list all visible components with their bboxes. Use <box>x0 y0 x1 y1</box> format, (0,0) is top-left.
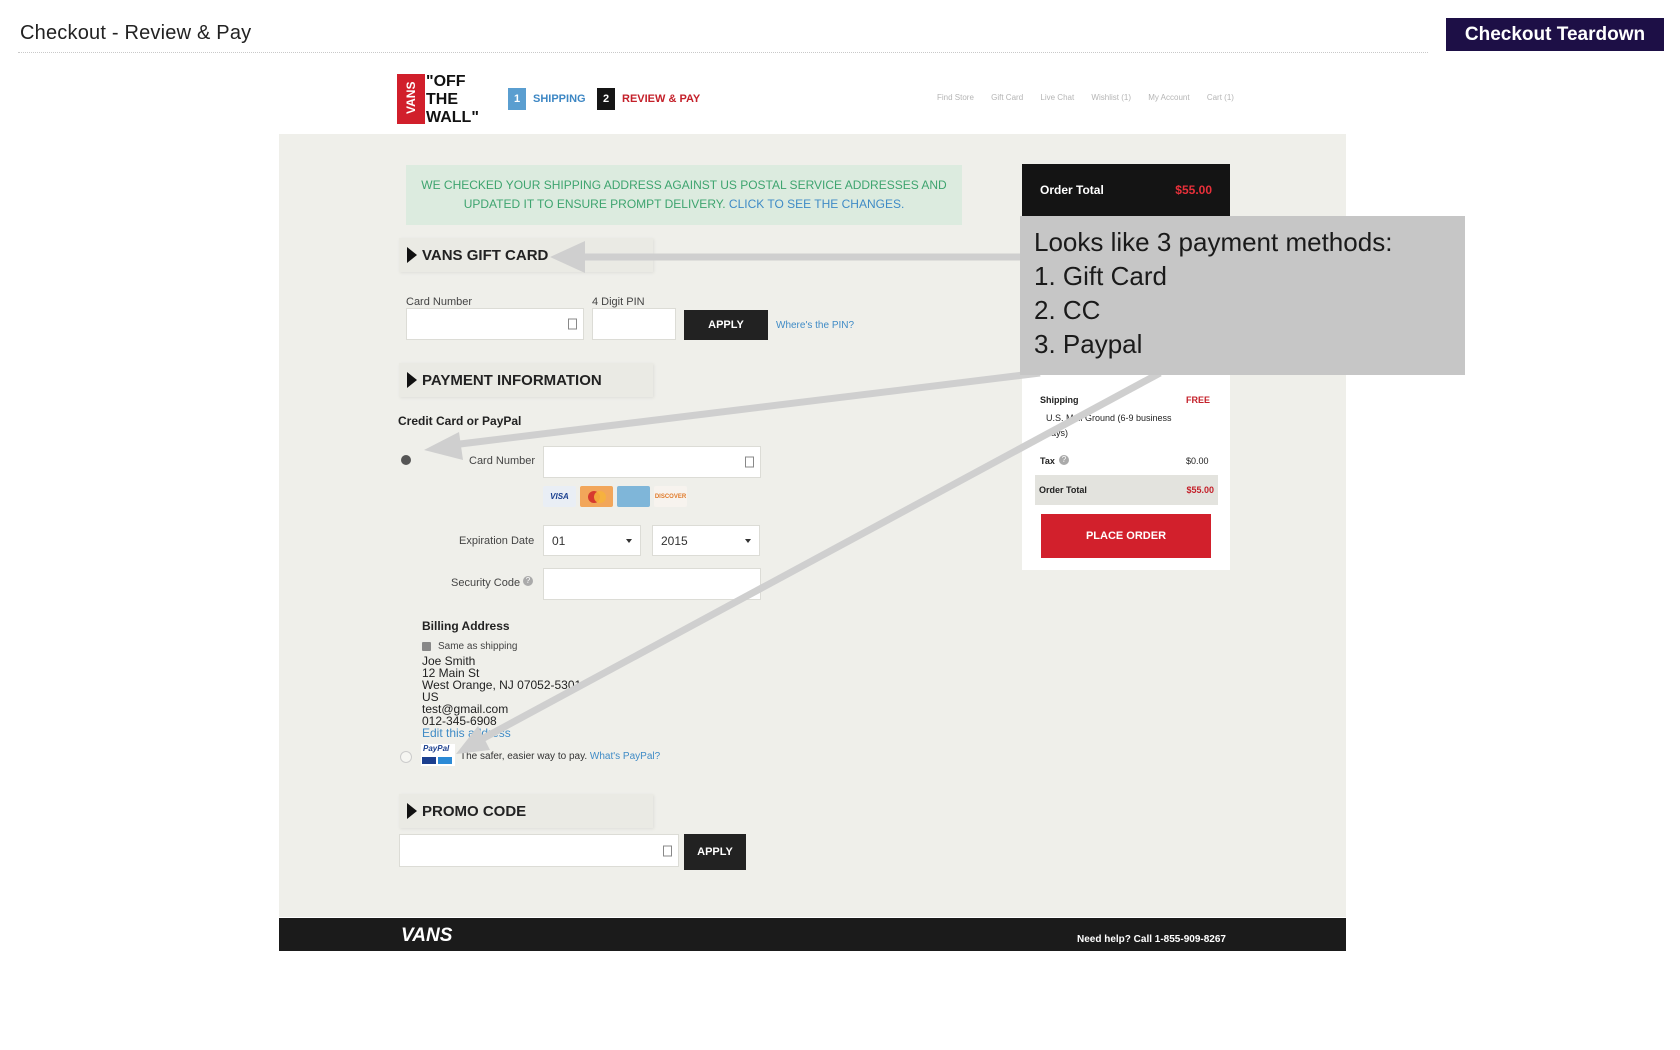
amex-icon <box>617 486 650 507</box>
chevron-down-icon <box>626 538 632 543</box>
field-autofill-icon <box>568 318 577 330</box>
shipping-label: Shipping <box>1040 395 1079 405</box>
gift-card-apply-button[interactable]: APPLY <box>684 310 768 340</box>
gift-card-heading: VANS GIFT CARD <box>422 246 549 264</box>
promo-section-header[interactable]: PROMO CODE <box>399 794 653 828</box>
tagline-line: WALL" <box>426 109 479 126</box>
promo-apply-button[interactable]: APPLY <box>684 834 746 870</box>
expiration-label: Expiration Date <box>459 535 535 547</box>
promo-code-input[interactable] <box>399 834 679 867</box>
annotation-line: Looks like 3 payment methods: <box>1034 227 1393 257</box>
shipping-method: U.S. Mail Ground (6-9 business days) <box>1046 413 1172 438</box>
summary-total-row: Order Total $55.00 <box>1035 475 1218 505</box>
field-autofill-icon <box>745 456 754 468</box>
tax-value: $0.00 <box>1186 456 1209 466</box>
annotation-line: 1. Gift Card <box>1034 261 1167 291</box>
annotation-line: 3. Paypal <box>1034 329 1143 359</box>
nav-my-account[interactable]: My Account <box>1148 93 1189 102</box>
payment-heading: PAYMENT INFORMATION <box>422 371 602 389</box>
gift-card-pin-label: 4 Digit PIN <box>592 296 645 308</box>
step-1-number: 1 <box>508 88 526 110</box>
vans-logo-text: VANS <box>404 81 418 115</box>
edit-address-link[interactable]: Edit this address <box>422 727 581 739</box>
tagline-line: "OFF <box>426 73 466 90</box>
expand-triangle-icon <box>407 372 417 388</box>
place-order-button[interactable]: PLACE ORDER <box>1041 514 1211 558</box>
whats-paypal-link[interactable]: What's PayPal? <box>590 751 660 762</box>
visa-icon: VISA <box>543 486 576 507</box>
card-number-input[interactable] <box>543 446 761 478</box>
discover-icon: DISCOVER <box>654 486 687 507</box>
step-1-shipping[interactable]: SHIPPING <box>533 93 586 105</box>
paypal-radio[interactable] <box>400 751 412 763</box>
page-title: Checkout - Review & Pay <box>20 22 252 44</box>
logo-tagline: "OFF THE WALL" <box>426 73 479 127</box>
annotation-callout: Looks like 3 payment methods: 1. Gift Ca… <box>1020 216 1465 375</box>
total-row-value: $55.00 <box>1186 485 1214 495</box>
chevron-down-icon <box>745 538 751 543</box>
footer-vans-logo[interactable]: VANS <box>401 925 452 947</box>
exp-month-value: 01 <box>552 533 566 548</box>
address-notice: WE CHECKED YOUR SHIPPING ADDRESS AGAINST… <box>406 165 962 225</box>
credit-card-radio[interactable] <box>401 455 411 465</box>
utility-nav: Find Store Gift Card Live Chat Wishlist … <box>937 93 1249 102</box>
nav-live-chat[interactable]: Live Chat <box>1040 93 1074 102</box>
billing-line: West Orange, NJ 07052-5301 <box>422 678 582 692</box>
nav-wishlist[interactable]: Wishlist (1) <box>1091 93 1131 102</box>
nav-gift-card[interactable]: Gift Card <box>991 93 1023 102</box>
expand-triangle-icon <box>407 247 417 263</box>
summary-total-value: $55.00 <box>1175 183 1212 197</box>
security-code-label: Security Code <box>451 577 521 589</box>
paypal-tagline: The safer, easier way to pay. <box>460 751 588 762</box>
help-icon[interactable]: ? <box>523 576 533 586</box>
promo-heading: PROMO CODE <box>422 802 527 820</box>
tagline-line: THE <box>426 91 458 108</box>
billing-address-block: Joe Smith 12 Main St West Orange, NJ 070… <box>422 655 581 739</box>
notice-link[interactable]: CLICK TO SEE THE CHANGES. <box>729 197 904 211</box>
total-row-label: Order Total <box>1039 485 1087 495</box>
exp-year-select[interactable]: 2015 <box>652 525 760 556</box>
nav-cart[interactable]: Cart (1) <box>1207 93 1234 102</box>
tax-label: Tax <box>1040 456 1055 466</box>
field-autofill-icon <box>663 845 672 856</box>
expand-triangle-icon <box>407 803 417 819</box>
footer-help-text: Need help? Call 1-855-909-8267 <box>1077 934 1226 945</box>
annotation-line: 2. CC <box>1034 295 1101 325</box>
nav-find-store[interactable]: Find Store <box>937 93 974 102</box>
payment-section-header[interactable]: PAYMENT INFORMATION <box>399 363 653 397</box>
gift-card-pin-input[interactable] <box>592 308 676 340</box>
help-icon[interactable]: ? <box>1059 455 1069 465</box>
card-number-label: Card Number <box>469 455 536 467</box>
gift-card-section-header[interactable]: VANS GIFT CARD <box>399 238 653 272</box>
paypal-logo-icon: PayPal <box>421 744 455 766</box>
same-as-shipping-label: Same as shipping <box>438 641 518 652</box>
exp-month-select[interactable]: 01 <box>543 525 641 556</box>
payment-subheading: Credit Card or PayPal <box>398 414 522 428</box>
security-code-input[interactable] <box>543 568 761 600</box>
summary-total-label: Order Total <box>1040 183 1104 197</box>
gift-card-number-label: Card Number <box>406 296 473 308</box>
paypal-text: The safer, easier way to pay. What's Pay… <box>460 751 660 762</box>
gift-card-number-input[interactable] <box>406 308 584 340</box>
billing-heading: Billing Address <box>422 619 510 633</box>
exp-year-value: 2015 <box>661 533 688 548</box>
shipping-value: FREE <box>1186 395 1211 405</box>
same-as-shipping-checkbox[interactable] <box>422 642 431 651</box>
paypal-logo-text: PayPal <box>423 744 450 753</box>
step-2-number: 2 <box>597 88 615 110</box>
pin-help-link[interactable]: Where's the PIN? <box>776 320 854 331</box>
header-divider <box>18 52 1428 53</box>
order-summary-header: Order Total $55.00 <box>1022 164 1230 216</box>
step-2-review-pay[interactable]: REVIEW & PAY <box>622 93 700 105</box>
mastercard-icon <box>580 486 613 507</box>
teardown-badge: Checkout Teardown <box>1446 18 1664 51</box>
